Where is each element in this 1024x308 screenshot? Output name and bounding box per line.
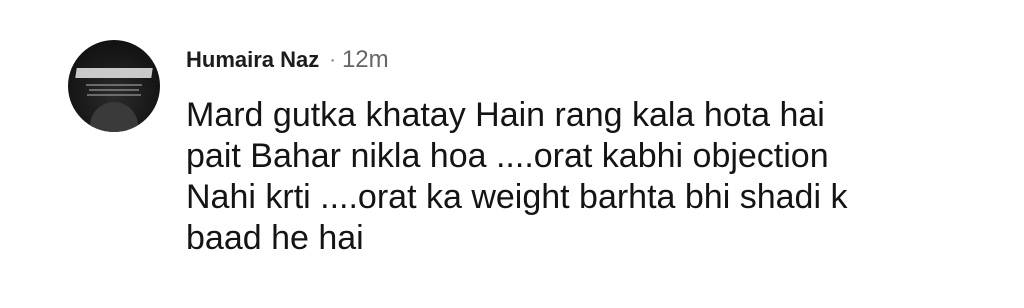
comment-header: Humaira Naz · 12m — [186, 44, 389, 76]
timestamp: 12m — [341, 46, 389, 73]
comment-text: Mard gutka khatay Hain rang kala hota ha… — [186, 95, 986, 259]
comment-text-line: Nahi krti ....orat ka weight barhta bhi … — [186, 178, 848, 216]
avatar-figure-graphic — [90, 102, 138, 132]
comment-item: Humaira Naz · 12m Mard gutka khatay Hain… — [0, 0, 1024, 308]
avatar-text-line — [87, 94, 141, 96]
comment-text-line: baad he hai — [186, 219, 364, 257]
separator-dot: · — [329, 48, 336, 71]
avatar-text-line — [86, 84, 142, 86]
avatar-text-line — [89, 89, 139, 91]
author-name[interactable]: Humaira Naz — [186, 47, 319, 73]
avatar[interactable] — [68, 40, 160, 132]
comment-text-line: pait Bahar nikla hoa ....orat kabhi obje… — [186, 137, 829, 175]
avatar-banner-graphic — [75, 68, 153, 78]
comment-text-line: Mard gutka khatay Hain rang kala hota ha… — [186, 96, 825, 134]
